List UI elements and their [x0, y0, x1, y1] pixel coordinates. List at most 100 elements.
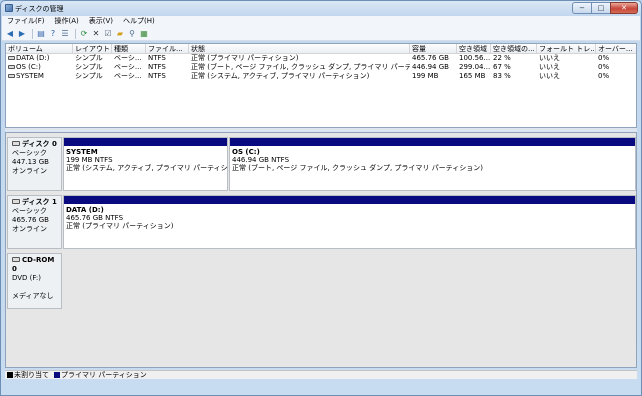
cell-type: ベーシ... — [114, 63, 142, 71]
list-view-icon[interactable]: ☰ — [60, 29, 70, 39]
cell-layout: シンプル — [75, 63, 103, 71]
partition-status: 正常 (ブート, ページ ファイル, クラッシュ ダンプ, プライマリ パーティ… — [232, 164, 483, 172]
disk-properties-icon[interactable]: ▦ — [139, 29, 149, 39]
disk-management-icon — [5, 4, 13, 12]
back-arrow-icon[interactable]: ◀ — [5, 29, 15, 39]
close-button[interactable]: ✕ — [610, 2, 638, 14]
search-icon[interactable]: ⚲ — [127, 29, 137, 39]
disk-size — [12, 283, 59, 292]
menu-bar: ファイル(F) 操作(A) 表示(V) ヘルプ(H) — [2, 16, 640, 27]
title-bar[interactable]: ディスクの管理 − □ ✕ — [1, 1, 641, 16]
table-row[interactable]: SYSTEM シンプル ベーシ... NTFS 正常 (システム, アクティブ, プライ… — [6, 72, 636, 81]
forward-arrow-icon[interactable]: ▶ — [17, 29, 27, 39]
disk-1-label[interactable]: ディスク 1 ベーシック 465.76 GB オンライン — [7, 195, 62, 249]
maximize-button[interactable]: □ — [591, 2, 611, 14]
volume-list: ボリューム レイアウト 種類 ファイル... 状態 容量 空き領域 空き領域の.… — [5, 43, 637, 128]
cdrom-0-label[interactable]: CD-ROM 0 DVD (F:) メディアなし — [7, 253, 62, 309]
column-header-layout[interactable]: レイアウト — [73, 44, 112, 54]
window-title: ディスクの管理 — [15, 5, 64, 13]
primary-partition-bar — [64, 138, 227, 146]
column-header-filesystem[interactable]: ファイル... — [146, 44, 189, 54]
unallocated-swatch — [7, 372, 13, 378]
column-header-overhead[interactable]: オーバー... — [596, 44, 636, 54]
cell-status: 正常 (システム, アクティブ, プライマリ パーティション) — [191, 72, 370, 80]
column-header-capacity[interactable]: 容量 — [410, 44, 457, 54]
legend-unallocated: 未割り当て — [7, 370, 49, 380]
help-icon[interactable]: ? — [48, 29, 58, 39]
cell-type: ベーシ... — [114, 72, 142, 80]
primary-partition-swatch — [54, 372, 60, 378]
cell-free-space: 100.56... — [459, 54, 491, 62]
toolbar-separator — [75, 28, 76, 39]
checklist-icon[interactable]: ☑ — [103, 29, 113, 39]
volume-name: SYSTEM — [16, 72, 44, 80]
column-header-status[interactable]: 状態 — [189, 44, 410, 54]
column-header-type[interactable]: 種類 — [112, 44, 146, 54]
toolbar: ◀ ▶ ▤? ☰ ⟳ ✕ ☑ ▰ ⚲ ▦ — [2, 27, 640, 41]
table-row[interactable]: DATA (D:) シンプル ベーシ... NTFS 正常 (プライマリ パーティション… — [6, 54, 636, 63]
minimize-button[interactable]: − — [572, 2, 592, 14]
cell-capacity: 199 MB — [412, 72, 439, 80]
cell-percent-free: 22 % — [493, 54, 511, 62]
hard-disk-icon — [12, 141, 20, 146]
partition-status: 正常 (システム, アクティブ, プライマリ パーティション) — [66, 164, 227, 172]
refresh-icon[interactable]: ⟳ — [79, 29, 89, 39]
cell-fault-tolerance: いいえ — [539, 63, 560, 71]
cell-layout: シンプル — [75, 54, 103, 62]
disk-name: ディスク 1 — [22, 198, 57, 206]
cell-capacity: 446.94 GB — [412, 63, 449, 71]
disk-management-window: ディスクの管理 − □ ✕ ファイル(F) 操作(A) 表示(V) ヘルプ(H)… — [0, 0, 642, 396]
legend-bar: 未割り当て プライマリ パーティション — [5, 370, 637, 379]
partition-os-c[interactable]: OS (C:) 446.94 GB NTFS 正常 (ブート, ページ ファイル… — [229, 137, 636, 191]
cell-status: 正常 (プライマリ パーティション) — [191, 54, 299, 62]
cell-fault-tolerance: いいえ — [539, 54, 560, 62]
partition-system[interactable]: SYSTEM 199 MB NTFS 正常 (システム, アクティブ, プライマ… — [63, 137, 228, 191]
disk-graph-view: ディスク 0 ベーシック 447.13 GB オンライン SYSTEM 199 … — [5, 132, 637, 368]
disk-0-label[interactable]: ディスク 0 ベーシック 447.13 GB オンライン — [7, 137, 62, 191]
column-header-free-space[interactable]: 空き領域 — [457, 44, 491, 54]
disk-size: 447.13 GB — [12, 158, 49, 166]
table-row[interactable]: OS (C:) シンプル ベーシ... NTFS 正常 (ブート, ページ ファイル, … — [6, 63, 636, 72]
delete-icon[interactable]: ✕ — [91, 29, 101, 39]
cell-overhead: 0% — [598, 63, 610, 71]
drive-icon — [8, 56, 15, 60]
drive-icon — [8, 65, 15, 69]
cd-drive-icon — [12, 257, 20, 262]
volume-name: DATA (D:) — [16, 54, 50, 62]
partition-data-d[interactable]: DATA (D:) 465.76 GB NTFS 正常 (プライマリ パーティシ… — [63, 195, 636, 249]
disk-name: ディスク 0 — [22, 140, 57, 148]
legend-label: プライマリ パーティション — [61, 371, 147, 379]
cell-layout: シンプル — [75, 72, 103, 80]
legend-primary-partition: プライマリ パーティション — [54, 370, 147, 380]
partition-size: 446.94 GB NTFS — [232, 156, 290, 164]
menu-file[interactable]: ファイル(F) — [2, 16, 50, 27]
cell-overhead: 0% — [598, 54, 610, 62]
volume-list-header: ボリューム レイアウト 種類 ファイル... 状態 容量 空き領域 空き領域の.… — [6, 44, 636, 54]
cell-volume: DATA (D:) — [6, 54, 73, 63]
disk-status: メディアなし — [12, 292, 54, 300]
disk-status: オンライン — [12, 225, 47, 233]
cell-filesystem: NTFS — [148, 72, 166, 80]
disk-type: DVD (F:) — [12, 274, 41, 282]
cell-volume: OS (C:) — [6, 63, 73, 72]
column-header-fault-tolerance[interactable]: フォールト トレ... — [537, 44, 596, 54]
column-header-volume[interactable]: ボリューム — [6, 44, 73, 54]
primary-partition-bar — [230, 138, 635, 146]
disk-size: 465.76 GB — [12, 216, 49, 224]
menu-action[interactable]: 操作(A) — [50, 16, 84, 27]
cell-filesystem: NTFS — [148, 63, 166, 71]
cell-capacity: 465.76 GB — [412, 54, 449, 62]
legend-label: 未割り当て — [14, 371, 49, 379]
cell-filesystem: NTFS — [148, 54, 166, 62]
menu-help[interactable]: ヘルプ(H) — [118, 16, 160, 27]
properties-icon[interactable]: ▤ — [36, 29, 46, 39]
column-header-percent-free[interactable]: 空き領域の... — [491, 44, 537, 54]
cell-percent-free: 67 % — [493, 63, 511, 71]
open-folder-icon[interactable]: ▰ — [115, 29, 125, 39]
disk-type: ベーシック — [12, 207, 47, 215]
cell-type: ベーシ... — [114, 54, 142, 62]
cell-volume: SYSTEM — [6, 72, 73, 81]
menu-view[interactable]: 表示(V) — [84, 16, 118, 27]
partition-size: 465.76 GB NTFS — [66, 214, 124, 222]
partition-size: 199 MB NTFS — [66, 156, 113, 164]
